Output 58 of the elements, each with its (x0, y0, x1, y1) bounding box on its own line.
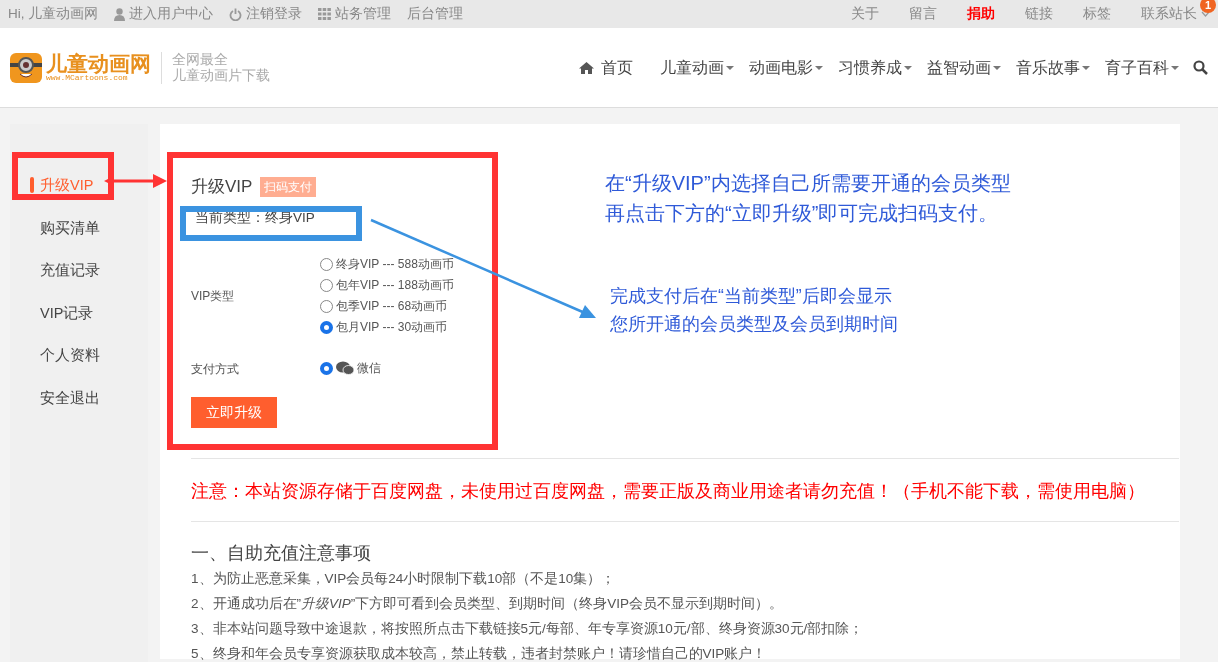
power-icon (229, 7, 243, 21)
annotation-text: 完成支付后在“当前类型”后即会显示 (610, 285, 893, 308)
logo-icon (10, 52, 42, 83)
logo-url: www.MCartoons.com (46, 74, 128, 82)
radio-button[interactable] (320, 320, 333, 334)
sidebar-item[interactable]: 充值记录 (10, 249, 148, 292)
sidebar-item[interactable]: 购买清单 (10, 206, 148, 249)
nav-link-item[interactable]: 首页 (579, 55, 633, 80)
note-line: 1、为防止恶意采集，VIP会员每24小时限制下载10部（不是10集）； (191, 570, 617, 589)
home-icon (579, 61, 594, 74)
nav-link-item[interactable]: 益智动画 (927, 55, 1001, 80)
vip-option-label: 包年VIP --- 188动画币 (336, 277, 454, 295)
notification-badge: 1 (1200, 0, 1216, 13)
vip-option-label: 包季VIP --- 68动画币 (336, 298, 448, 316)
double-arrow (104, 174, 167, 188)
nav-link-item[interactable]: 动画电影 (749, 55, 823, 80)
payment-tag: 扫码支付 (260, 176, 317, 197)
chat-bubbles-icon (336, 361, 354, 376)
slogan-line: 儿童动画片下载 (172, 67, 270, 84)
sidebar-item[interactable]: 个人资料 (10, 334, 148, 377)
annotation-text: 再点击下方的“立即升级”即可完成扫码支付。 (605, 201, 1000, 226)
caret-icon (993, 65, 1001, 70)
grid-icon (318, 8, 332, 20)
logo-name: 儿童动画网 (46, 53, 151, 74)
payment-method-label: 支付方式 (191, 361, 239, 376)
vip-option-label: 包月VIP --- 30动画币 (336, 319, 448, 337)
radio-button[interactable] (320, 278, 333, 292)
search-icon[interactable] (1193, 60, 1208, 75)
nav-link-item[interactable]: 育子百科 (1105, 55, 1179, 80)
caret-icon (1082, 65, 1090, 70)
nav-link-item[interactable]: 儿童动画 (660, 55, 734, 80)
vip-option-label: 终身VIP --- 588动画币 (336, 256, 454, 274)
slogan-line: 全网最全 (172, 51, 229, 68)
note-line: 3、非本站问题导致中途退款，将按照所点击下载链接5元/每部、年专享资源10元/部、终身资源30元/部扣除； (191, 620, 865, 639)
sidebar-item[interactable]: 安全退出 (10, 376, 148, 419)
caret-icon (904, 65, 912, 70)
payment-option-label: 微信 (357, 360, 381, 378)
sidebar-item[interactable]: VIP记录 (10, 291, 148, 334)
nav-link-item[interactable]: 习惯养成 (838, 55, 912, 80)
radio-button[interactable] (320, 361, 333, 375)
notes-heading: 一、自助充值注意事项 (191, 542, 372, 565)
note-line: 5、终身和年会员专享资源获取成本较高，禁止转载，违者封禁账户！请珍惜自己的VIP账户！ (191, 645, 768, 662)
note-line: 2、开通成功后在”升级VIP”下方即可看到会员类型、到期时间（终身VIP会员不显示到期时间）。 (191, 595, 785, 614)
radio-button[interactable] (320, 257, 333, 271)
annotation-text: 在“升级VIP”内选择自己所需要开通的会员类型 (605, 171, 1011, 196)
caret-icon (815, 65, 823, 70)
notice-text: 注意：本站资源存储于百度网盘，未使用过百度网盘，需要正版及商业用途者请勿充值！（手机不能下载，需使用电脑） (191, 479, 1146, 503)
greeting-text: Hi, 儿童动画网 (8, 4, 99, 23)
vip-type-label: VIP类型 (191, 287, 235, 305)
chevron-icon (1201, 11, 1210, 17)
nav-link-item[interactable]: 音乐故事 (1016, 55, 1090, 80)
caret-icon (726, 65, 734, 70)
annotation-text: 您所开通的会员类型及会员到期时间 (610, 313, 898, 336)
radio-button[interactable] (320, 299, 333, 313)
panel-title: 升级VIP (191, 176, 253, 198)
caret-icon (1171, 65, 1179, 70)
user-icon (114, 7, 126, 21)
selection-marker (30, 177, 34, 193)
